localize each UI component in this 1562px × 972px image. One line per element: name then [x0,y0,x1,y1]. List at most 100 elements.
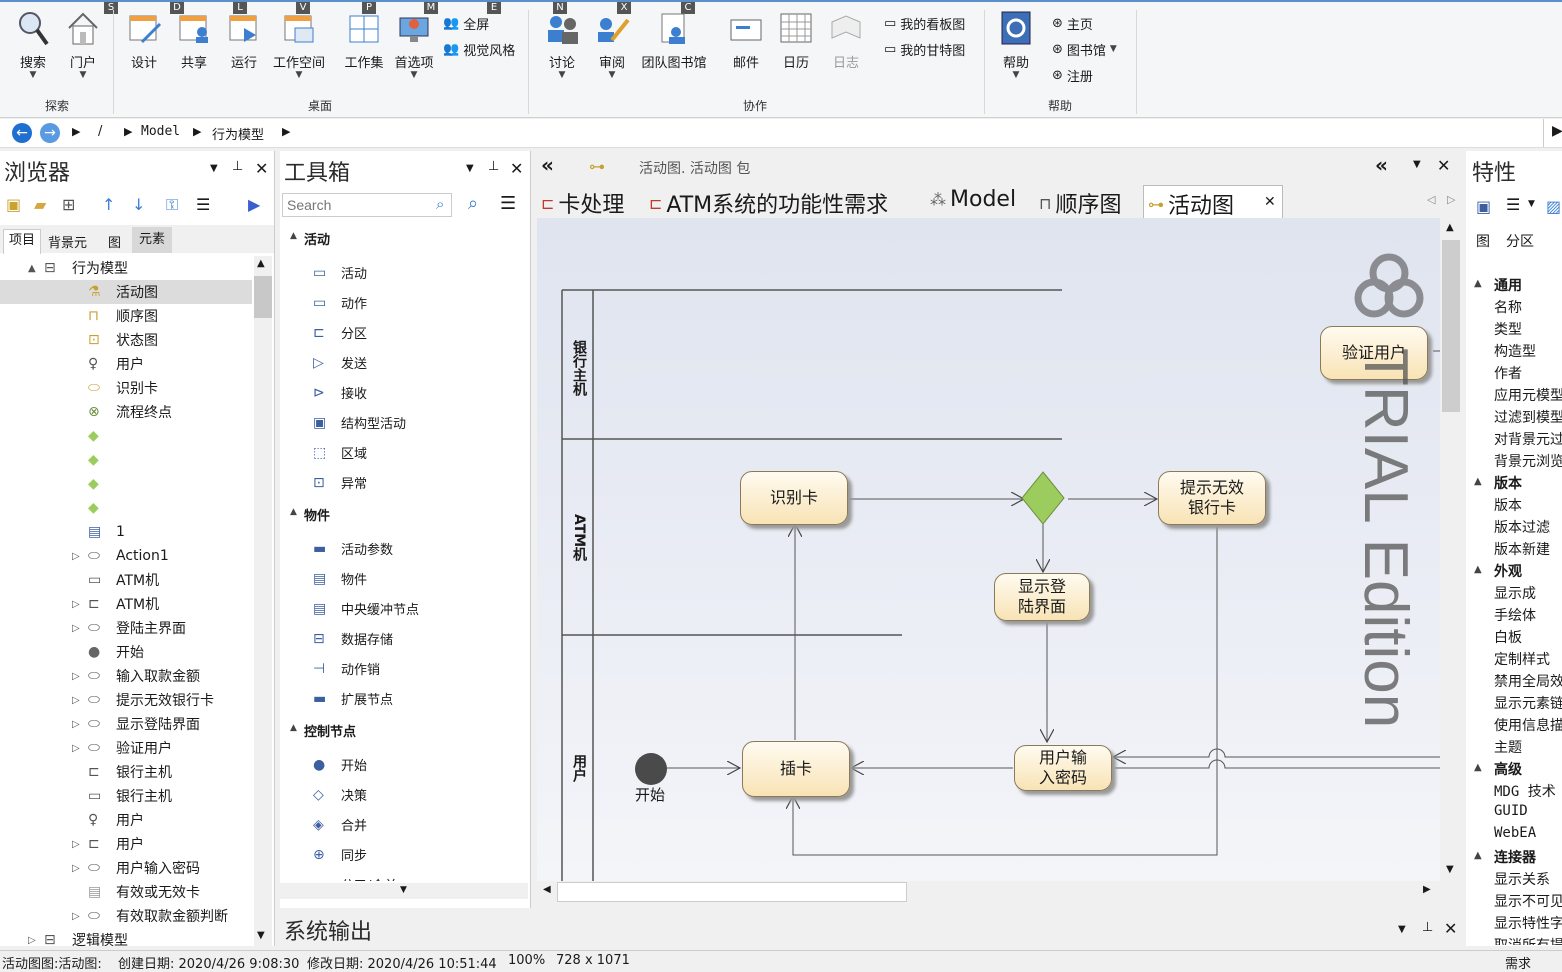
my-gantt-button[interactable]: ▭ 我的甘特图 [884,40,965,59]
close-icon[interactable]: ✕ [510,159,523,178]
tree-item[interactable]: ◆ [0,448,252,472]
new-folder-icon[interactable]: ▣ [6,195,21,214]
tab-scroll-left-icon[interactable]: ◁ [1427,193,1435,206]
tab-context[interactable]: 背景元 [48,232,87,251]
pin-icon[interactable]: ⊥ [488,159,499,174]
property-row[interactable]: WebEA [1494,825,1536,841]
property-row[interactable]: 显示关系 [1494,869,1550,889]
toolbox-scroll[interactable]: ▼ [280,883,528,899]
chevron-down-icon[interactable]: ▼ [1398,924,1406,935]
tree-item[interactable]: ⊓ 顺序图 [0,304,252,328]
tree-item[interactable]: ⬭ 识别卡 [0,376,252,400]
library-button[interactable]: ⊛ 图书馆 ▼ [1052,40,1117,59]
tree-expander-icon[interactable]: ▷ [72,599,80,610]
toolbox-item[interactable]: ⊏ 分区 [313,323,367,343]
toolbox-item[interactable]: ● 开始 [313,755,367,775]
preferences-button[interactable]: 首选项 ▼ [390,10,438,80]
tab-diagram[interactable]: 图 [1476,231,1490,251]
toolbox-item[interactable]: ▤ 物件 [313,569,367,589]
section-collapse-icon[interactable]: ▲ [1474,278,1482,289]
property-row[interactable]: 背景元浏览 [1494,451,1562,471]
menu-icon[interactable]: ☰ [1506,195,1520,214]
move-down-icon[interactable]: ↓ [132,195,145,214]
toolbox-item[interactable]: ▤ 中央缓冲节点 [313,599,419,619]
tree-expander-icon[interactable]: ▲ [28,263,36,274]
tree-item[interactable]: ⚗ 活动图 [0,280,252,304]
tree-item[interactable]: ◆ [0,472,252,496]
play-icon[interactable]: ▶ [248,195,260,214]
collapse-right-icon[interactable]: « [1375,153,1388,177]
toolbox-search-input[interactable] [282,193,452,217]
tab-partition[interactable]: 分区 [1506,231,1534,251]
property-row[interactable]: 显示不可见 [1494,891,1562,911]
tree-item[interactable]: ⊗ 流程终点 [0,400,252,424]
tree-expander-icon[interactable]: ▷ [72,719,80,730]
toolbox-item[interactable]: ▭ 活动 [313,263,367,283]
tree-item[interactable]: ◆ [0,424,252,448]
tree-expander-icon[interactable]: ▷ [72,911,80,922]
node-insert-card[interactable]: 插卡 [742,741,850,797]
property-section-header[interactable]: 通用 [1494,275,1522,295]
my-kanban-button[interactable]: ▭ 我的看板图 [884,14,965,33]
workspace-button[interactable]: 工作空间 ▼ [270,10,328,80]
tab-model[interactable]: ⁂ Model [930,187,1016,212]
property-row[interactable]: 版本 [1494,495,1522,515]
breadcrumb-model[interactable]: Model [141,124,180,139]
tree-item[interactable]: ▲ ⊟ 行为模型 [0,256,252,280]
toolbox-item[interactable]: ◈ 合并 [313,815,367,835]
move-up-icon[interactable]: ↑ [102,195,115,214]
property-row[interactable]: GUID [1494,803,1528,819]
tree-expander-icon[interactable]: ▷ [72,671,80,682]
tree-item[interactable]: ▷ ⬭ 用户输入密码 [0,856,252,880]
property-section-header[interactable]: 外观 [1494,561,1522,581]
toolbox-item[interactable]: ▣ 结构型活动 [313,413,406,433]
property-row[interactable]: 显示特性字 [1494,913,1562,933]
section-collapse-icon[interactable]: ▲ [1474,476,1482,487]
diagram-canvas[interactable]: 银行主机 ATM机 用户 验证用户 识别卡 提示无效 银行卡 显示登 陆界面 插… [537,218,1440,881]
scroll-down-icon[interactable]: ▼ [257,930,265,941]
property-row[interactable]: 类型 [1494,319,1522,339]
pin-icon[interactable]: ⊥ [1422,920,1433,935]
register-button[interactable]: ⊛ 注册 [1052,66,1093,85]
tree-expander-icon[interactable]: ▷ [72,839,80,850]
property-row[interactable]: 显示元素链 [1494,693,1562,713]
section-collapse-icon[interactable]: ▲ [290,507,297,517]
section-collapse-icon[interactable]: ▲ [290,231,297,241]
tree-item[interactable]: ▤ 1 [0,520,252,544]
run-button[interactable]: 运行 [222,10,266,71]
scroll-up-icon[interactable]: ▲ [1446,222,1454,233]
property-row[interactable]: 对背景元过 [1494,429,1562,449]
node-enter-password[interactable]: 用户输 入密码 [1014,745,1112,791]
tab-card-processing[interactable]: ⊏ 卡处理 [541,187,624,219]
property-row[interactable]: 过滤到模型 [1494,407,1562,427]
scrollbar[interactable]: ▲ ▼ [254,256,272,946]
tab-diagram[interactable]: 图 [108,232,121,251]
tree-item[interactable]: ▷ ⬭ 输入取款金额 [0,664,252,688]
property-row[interactable]: MDG 技术 [1494,781,1556,801]
section-collapse-icon[interactable]: ▲ [290,723,297,733]
tab-project[interactable]: 项目 [3,229,41,254]
tree-item[interactable]: ♀ 用户 [0,352,252,376]
property-row[interactable]: 作者 [1494,363,1522,383]
chevron-down-icon[interactable]: ▼ [1528,199,1535,209]
forward-icon[interactable]: → [40,123,60,143]
section-collapse-icon[interactable]: ▲ [1474,564,1482,575]
tree-item[interactable]: ◆ [0,496,252,520]
fullscreen-button[interactable]: 👥 全屏 [443,14,489,33]
search-icon[interactable]: ⌕ [436,195,444,213]
home-button[interactable]: ⊛ 主页 [1052,14,1093,33]
close-icon[interactable]: ✕ [1264,194,1276,210]
close-icon[interactable]: ✕ [1437,156,1450,175]
design-button[interactable]: 设计 [122,10,166,71]
discuss-button[interactable]: 讨论 ▼ [540,10,584,80]
portal-button[interactable]: 门户 ▼ [62,10,104,80]
chevron-down-icon[interactable]: ▼ [210,163,218,174]
toolbox-section-header[interactable]: 控制节点 [304,721,356,740]
toolbox-item[interactable]: ▬ 分叉/合并 [313,875,397,882]
toolbox-item[interactable]: ▭ 动作 [313,293,367,313]
chevron-down-icon[interactable]: ▼ [466,163,474,174]
chevron-down-icon[interactable]: ▼ [1413,159,1421,170]
close-icon[interactable]: ✕ [255,159,268,178]
search-button[interactable]: 搜索 ▼ [12,10,54,80]
breadcrumb-root[interactable]: / [98,124,102,139]
